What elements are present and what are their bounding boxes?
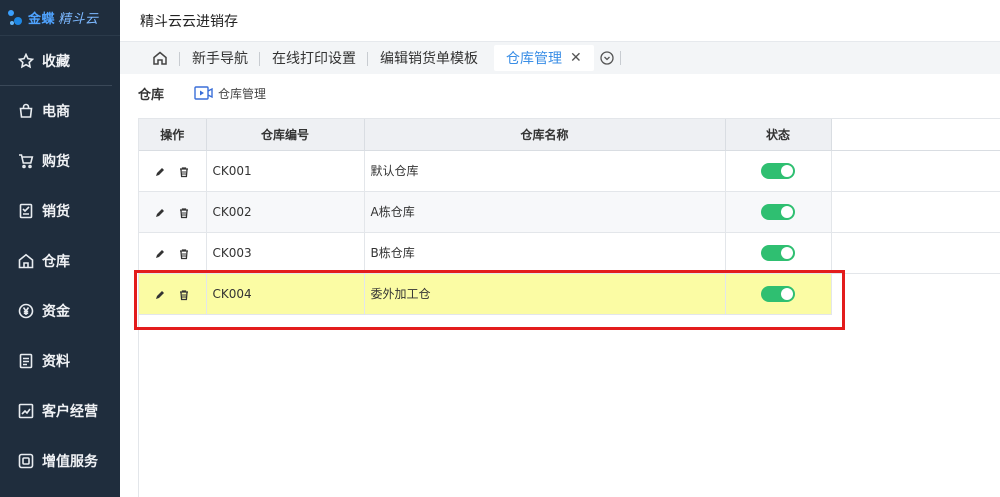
chevron-down-circle-icon (600, 51, 614, 65)
edit-icon[interactable] (154, 248, 166, 263)
tab-beginner-guide[interactable]: 新手导航 (180, 42, 260, 74)
cell-name: A栋仓库 (364, 191, 726, 233)
tab-divider (619, 51, 621, 65)
brand-logo[interactable]: 金蝶 精斗云 (0, 0, 120, 36)
sidebar-item-ecommerce[interactable]: 电商 (0, 86, 120, 136)
row-actions (139, 150, 207, 192)
cell-name: B栋仓库 (364, 232, 726, 274)
brand-name: 金蝶 精斗云 (28, 12, 99, 27)
tab-home[interactable] (140, 42, 180, 74)
sidebar-item-value-added[interactable]: 增值服务 (0, 436, 120, 486)
tab-label: 新手导航 (192, 51, 248, 67)
trash-icon[interactable] (178, 207, 190, 222)
chart-icon (17, 402, 35, 420)
sidebar-item-label: 电商 (42, 104, 70, 120)
trash-icon[interactable] (178, 289, 190, 304)
edit-icon[interactable] (154, 166, 166, 181)
close-icon[interactable]: ✕ (570, 50, 582, 66)
tab-bar: 新手导航 在线打印设置 编辑销货单模板 仓库管理 ✕ (120, 42, 1000, 74)
row-actions (139, 191, 207, 233)
tab-warehouse-management[interactable]: 仓库管理 ✕ (494, 45, 594, 71)
video-tutorial-link[interactable]: 仓库管理 (194, 85, 266, 102)
cell-code: CK003 (206, 232, 365, 274)
edit-icon[interactable] (154, 207, 166, 222)
sidebar-item-label: 增值服务 (42, 454, 98, 470)
table-row-highlighted[interactable]: CK004 委外加工仓 (139, 273, 1000, 315)
bag-icon (17, 102, 35, 120)
cell-status (725, 232, 832, 274)
sidebar-item-purchase[interactable]: 购货 (0, 136, 120, 186)
table-header-row: 操作 仓库编号 仓库名称 状态 (139, 119, 1000, 151)
video-link-label: 仓库管理 (218, 86, 267, 101)
sidebar-item-funds[interactable]: 资金 (0, 286, 120, 336)
cell-name: 默认仓库 (364, 150, 726, 192)
star-icon (17, 52, 35, 70)
sales-doc-icon (17, 202, 35, 220)
status-toggle[interactable] (761, 162, 795, 179)
cell-code: CK001 (206, 150, 365, 192)
status-toggle[interactable] (761, 244, 795, 261)
cell-status (725, 191, 832, 233)
document-icon (17, 352, 35, 370)
trash-icon[interactable] (178, 166, 190, 181)
logo-dots-icon (8, 8, 26, 28)
tab-print-settings[interactable]: 在线打印设置 (260, 42, 368, 74)
tab-label: 编辑销货单模板 (380, 51, 478, 67)
tab-edit-template[interactable]: 编辑销货单模板 (368, 42, 490, 74)
table-row[interactable]: CK002 A栋仓库 (139, 191, 1000, 233)
row-actions (139, 273, 207, 315)
tab-more-button[interactable] (598, 42, 616, 74)
column-header-status[interactable]: 状态 (725, 119, 832, 151)
sidebar-item-sales[interactable]: 销货 (0, 186, 120, 236)
tab-label: 在线打印设置 (272, 51, 356, 67)
home-icon (153, 51, 167, 65)
sidebar: 金蝶 精斗云 收藏 电商 购货 销货 仓库 资金 资料 客户经营 增值服务 (0, 0, 120, 497)
sidebar-item-label: 购货 (42, 154, 70, 170)
service-icon (17, 452, 35, 470)
warehouse-icon (17, 252, 35, 270)
page-header: 仓库 仓库管理 (138, 83, 266, 103)
status-toggle[interactable] (761, 203, 795, 220)
table-row[interactable]: CK003 B栋仓库 (139, 232, 1000, 274)
sidebar-item-favorites[interactable]: 收藏 (0, 36, 112, 86)
sidebar-item-warehouse[interactable]: 仓库 (0, 236, 120, 286)
sidebar-item-label: 资料 (42, 354, 70, 370)
tab-label: 仓库管理 (506, 51, 562, 67)
table-row[interactable]: CK001 默认仓库 (139, 150, 1000, 192)
cell-filler (831, 273, 1000, 314)
cell-filler (831, 191, 1000, 233)
sidebar-item-customer[interactable]: 客户经营 (0, 386, 120, 436)
sidebar-item-label: 客户经营 (42, 404, 98, 420)
cell-status (725, 150, 832, 192)
column-header-actions: 操作 (139, 119, 207, 151)
cell-code: CK002 (206, 191, 365, 233)
cart-icon (17, 152, 35, 170)
cell-code: CK004 (206, 273, 365, 315)
status-toggle[interactable] (761, 285, 795, 302)
sidebar-item-label: 收藏 (42, 53, 70, 70)
row-actions (139, 232, 207, 274)
column-header-code[interactable]: 仓库编号 (206, 119, 365, 151)
cell-name: 委外加工仓 (364, 273, 726, 315)
sidebar-item-label: 销货 (42, 204, 70, 220)
edit-icon[interactable] (154, 289, 166, 304)
page-title: 仓库 (138, 87, 165, 103)
column-header-filler (831, 119, 1000, 151)
header: 精斗云云进销存 (120, 0, 1000, 42)
cell-filler (831, 150, 1000, 192)
sidebar-item-label: 仓库 (42, 254, 70, 270)
sidebar-item-data[interactable]: 资料 (0, 336, 120, 386)
cell-status (725, 273, 832, 315)
sidebar-item-label: 资金 (42, 304, 70, 320)
warehouse-table: 操作 仓库编号 仓库名称 状态 CK001 默认仓库 CK002 A栋仓库 CK… (139, 119, 1000, 315)
app-title: 精斗云云进销存 (140, 13, 238, 30)
cell-filler (831, 232, 1000, 274)
column-header-name[interactable]: 仓库名称 (364, 119, 726, 151)
trash-icon[interactable] (178, 248, 190, 263)
yuan-icon (17, 302, 35, 320)
video-icon (194, 86, 213, 100)
warehouse-table-panel: 操作 仓库编号 仓库名称 状态 CK001 默认仓库 CK002 A栋仓库 CK… (138, 118, 1000, 497)
